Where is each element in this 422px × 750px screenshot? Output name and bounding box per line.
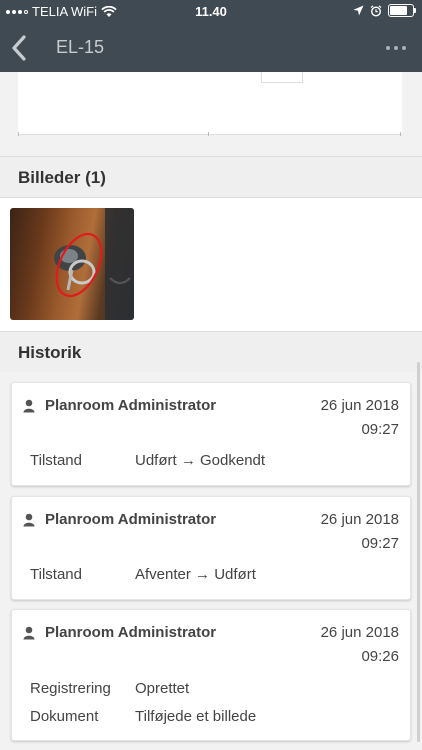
content-scroll-area[interactable]: Billeder (1) Historik Planroom Administr… (0, 72, 422, 750)
alarm-icon (370, 4, 382, 17)
change-value: Afventer → Udført (135, 566, 256, 583)
entry-author: Planroom Administrator (45, 397, 217, 414)
change-field: Tilstand (30, 452, 82, 469)
change-field: Dokument (30, 708, 99, 725)
user-icon (23, 626, 35, 640)
entry-date: 26 jun 2018 (320, 624, 399, 641)
entry-date: 26 jun 2018 (320, 511, 399, 528)
history-entry[interactable]: Planroom Administrator 26 jun 2018 09:27… (11, 496, 411, 600)
images-section-title: Billeder (1) (18, 168, 106, 187)
page-title: EL-15 (56, 37, 105, 57)
entry-time: 09:26 (361, 648, 399, 665)
image-thumbnail[interactable] (10, 208, 134, 320)
history-entry[interactable]: Planroom Administrator 26 jun 2018 09:26… (11, 609, 411, 741)
change-value: Udført → Godkendt (135, 452, 266, 469)
document-preview-detail (261, 72, 303, 83)
document-preview-area (0, 72, 422, 156)
images-list (0, 198, 422, 331)
entry-date: 26 jun 2018 (320, 397, 399, 414)
user-icon (23, 513, 35, 527)
document-preview[interactable] (18, 72, 402, 136)
more-horizontal-icon (386, 46, 390, 50)
more-options-button[interactable] (380, 36, 412, 60)
history-list: Planroom Administrator 26 jun 2018 09:27… (0, 372, 422, 750)
change-value: Tilføjede et billede (135, 708, 257, 725)
change-field: Registrering (30, 680, 111, 697)
images-section-header: Billeder (1) (0, 156, 422, 198)
entry-author: Planroom Administrator (45, 624, 217, 641)
change-value: Oprettet (135, 680, 190, 697)
entry-time: 09:27 (361, 535, 399, 552)
chevron-left-icon (12, 35, 26, 61)
battery-level (390, 6, 407, 15)
entry-author: Planroom Administrator (45, 511, 217, 528)
navigation-bar: EL-15 (0, 24, 422, 72)
change-field: Tilstand (30, 566, 82, 583)
history-section-header: Historik (0, 331, 422, 373)
user-icon (23, 399, 35, 413)
status-bar: TELIA WiFi 11.40 (0, 0, 422, 24)
history-entry[interactable]: Planroom Administrator 26 jun 2018 09:27… (11, 382, 411, 486)
scroll-indicator[interactable] (417, 362, 420, 742)
location-arrow-icon (353, 5, 364, 16)
key-photo-image (54, 208, 134, 320)
entry-time: 09:27 (361, 421, 399, 438)
battery-icon (388, 4, 416, 17)
history-section-title: Historik (18, 343, 82, 362)
back-button[interactable] (6, 32, 34, 64)
status-right (353, 4, 416, 17)
